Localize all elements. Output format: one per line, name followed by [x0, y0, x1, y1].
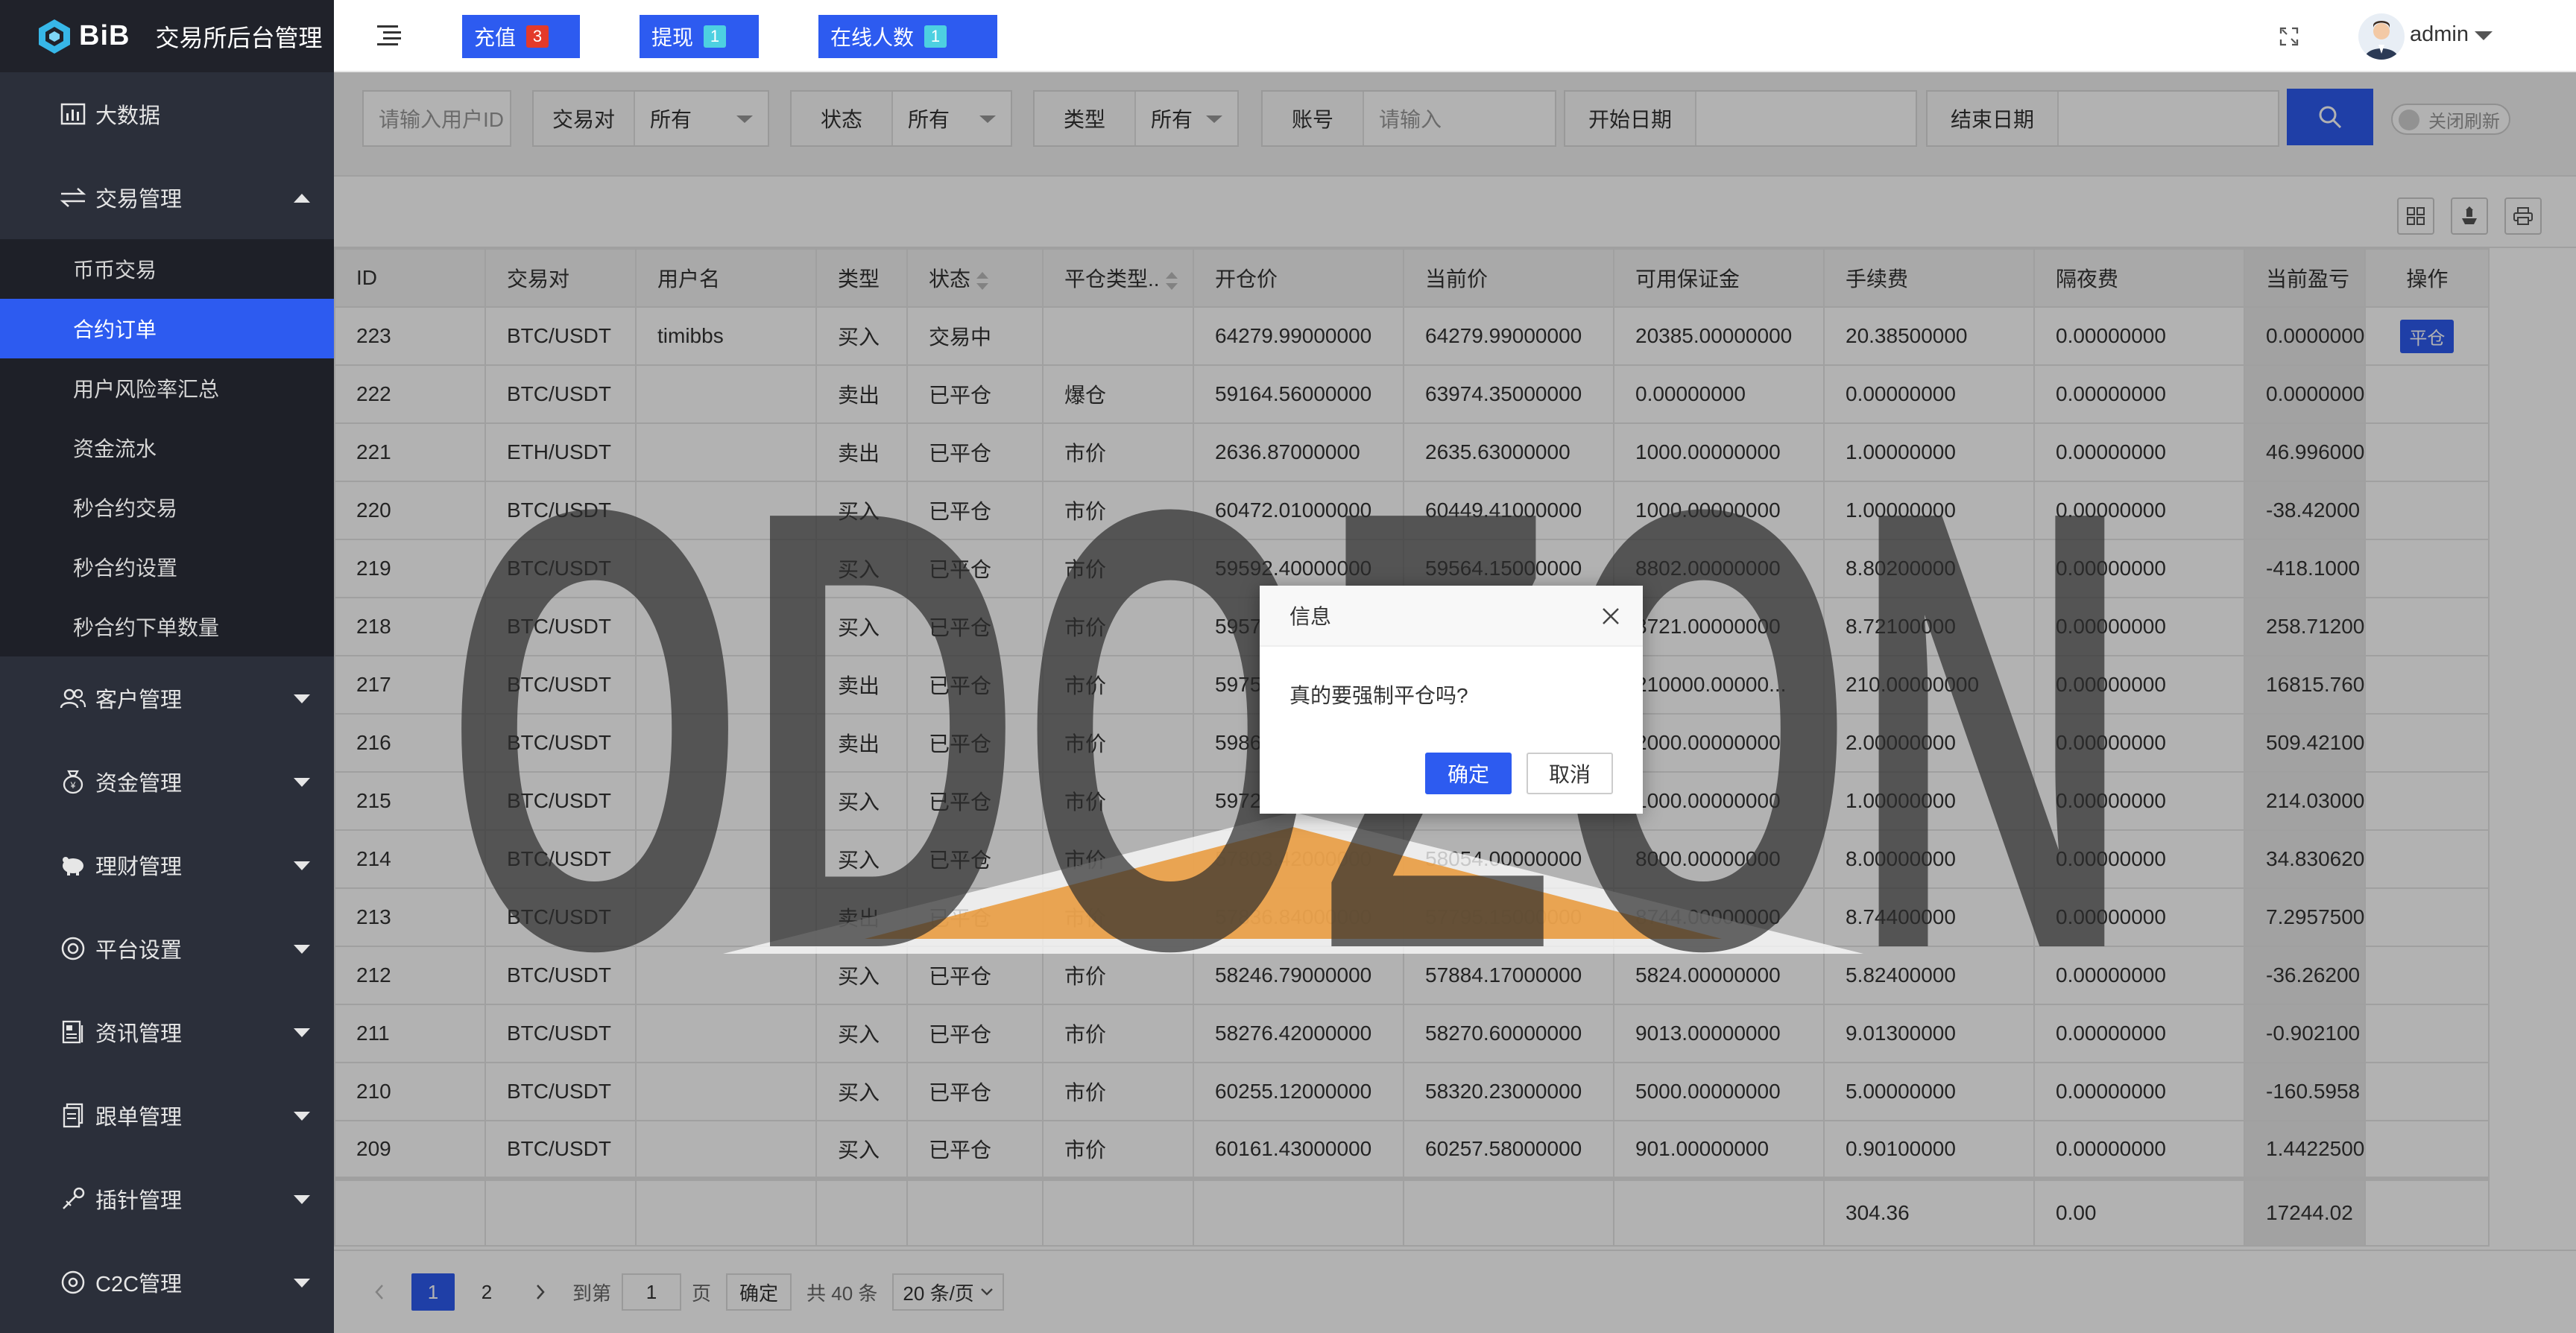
users-icon: [58, 683, 88, 713]
online-users-button[interactable]: 在线人数 1: [818, 15, 997, 58]
fullscreen-icon[interactable]: [2279, 27, 2299, 46]
sidebar-item-c2c[interactable]: C2C管理: [0, 1241, 334, 1324]
piggy-bank-icon: [58, 850, 88, 880]
username[interactable]: admin: [2410, 22, 2469, 47]
sidebar-subitem-second-contract-trade[interactable]: 秒合约交易: [0, 478, 334, 537]
chevron-down-icon: [294, 945, 310, 954]
chevron-down-icon: [294, 1195, 310, 1204]
c2c-icon: [58, 1267, 88, 1297]
sidebar-item-label: 资金管理: [95, 772, 183, 796]
sidebar-item-news[interactable]: 资讯管理: [0, 990, 334, 1074]
top-header: 充值 3 提现 1 在线人数 1 admin: [334, 0, 2576, 72]
app-title: 交易所后台管理: [155, 24, 323, 51]
sidebar-item-label: 大数据: [95, 104, 161, 128]
exchange-arrows-icon: [58, 183, 88, 212]
recharge-count-badge: 3: [526, 25, 549, 48]
chevron-down-icon: [294, 1112, 310, 1121]
svg-text:¥: ¥: [70, 780, 76, 791]
chevron-down-icon: [294, 1279, 310, 1288]
sidebar-subitem-second-contract-settings[interactable]: 秒合约设置: [0, 537, 334, 597]
sidebar-item-funds[interactable]: ¥ 资金管理: [0, 740, 334, 823]
sidebar-item-label: C2C管理: [95, 1273, 183, 1296]
recharge-button[interactable]: 充值 3: [462, 15, 580, 58]
close-icon[interactable]: [1601, 607, 1620, 626]
chevron-down-icon: [294, 778, 310, 787]
sidebar-item-needle[interactable]: 插针管理: [0, 1157, 334, 1241]
sidebar-subitem-risk-summary[interactable]: 用户风险率汇总: [0, 358, 334, 418]
sidebar-subitem-contract-orders[interactable]: 合约订单: [0, 299, 334, 358]
online-users-count-badge: 1: [924, 25, 947, 48]
dialog-actions: 确定 取消: [1425, 753, 1613, 794]
sidebar-subitem-fund-flow[interactable]: 资金流水: [0, 418, 334, 478]
sidebar-item-bigdata[interactable]: 大数据: [0, 72, 334, 156]
dialog-confirm-button[interactable]: 确定: [1425, 753, 1512, 794]
recharge-label: 充值: [474, 26, 517, 49]
chevron-down-icon: [294, 694, 310, 703]
chevron-up-icon: [294, 194, 310, 203]
logo-area: BiB 交易所后台管理: [0, 0, 334, 72]
dialog-cancel-button[interactable]: 取消: [1527, 753, 1613, 794]
sidebar-item-label: 插针管理: [95, 1189, 183, 1213]
sidebar-item-label: 客户管理: [95, 688, 183, 712]
sidebar-item-customers[interactable]: 客户管理: [0, 656, 334, 740]
sidebar-item-label: 平台设置: [95, 939, 183, 963]
sidebar-item-label: 资讯管理: [95, 1022, 183, 1046]
withdraw-count-badge: 1: [704, 25, 727, 48]
money-bag-icon: ¥: [58, 767, 88, 797]
document-icon: [58, 1101, 88, 1130]
chevron-down-icon: [294, 861, 310, 870]
logo-icon: [36, 18, 73, 55]
settings-icon: [58, 934, 88, 963]
withdraw-button[interactable]: 提现 1: [640, 15, 759, 58]
sidebar-item-platform-settings[interactable]: 平台设置: [0, 907, 334, 990]
chevron-down-icon[interactable]: [2475, 31, 2493, 40]
chevron-down-icon: [294, 1028, 310, 1037]
needle-icon: [58, 1184, 88, 1214]
sidebar-item-label: 跟单管理: [95, 1106, 183, 1130]
trade-sub-menu: 币币交易 合约订单 用户风险率汇总 资金流水 秒合约交易 秒合约设置 秒合约下单…: [0, 239, 334, 656]
menu-toggle-icon[interactable]: [377, 25, 401, 46]
avatar[interactable]: [2358, 13, 2405, 60]
dialog-title: 信息: [1289, 605, 1332, 628]
online-users-label: 在线人数: [830, 26, 915, 49]
sidebar: BiB 交易所后台管理 大数据 交易管理 币币交易 合约订单 用户风险率汇总 资…: [0, 0, 334, 1333]
sidebar-item-trade[interactable]: 交易管理: [0, 156, 334, 239]
sidebar-item-label: 交易管理: [95, 188, 183, 212]
bar-chart-icon: [58, 99, 88, 129]
logo-text: BiB: [79, 20, 130, 51]
sidebar-item-wealth[interactable]: 理财管理: [0, 823, 334, 907]
sidebar-item-label: 理财管理: [95, 855, 183, 879]
sidebar-item-copytrade[interactable]: 跟单管理: [0, 1074, 334, 1157]
withdraw-label: 提现: [651, 26, 694, 49]
sidebar-subitem-second-contract-orders[interactable]: 秒合约下单数量: [0, 597, 334, 656]
dialog-header: 信息: [1260, 586, 1643, 647]
dialog-message: 真的要强制平仓吗?: [1289, 684, 1468, 707]
sidebar-subitem-spot[interactable]: 币币交易: [0, 239, 334, 299]
news-icon: [58, 1017, 88, 1047]
confirm-dialog: 信息 真的要强制平仓吗? 确定 取消: [1260, 586, 1643, 814]
